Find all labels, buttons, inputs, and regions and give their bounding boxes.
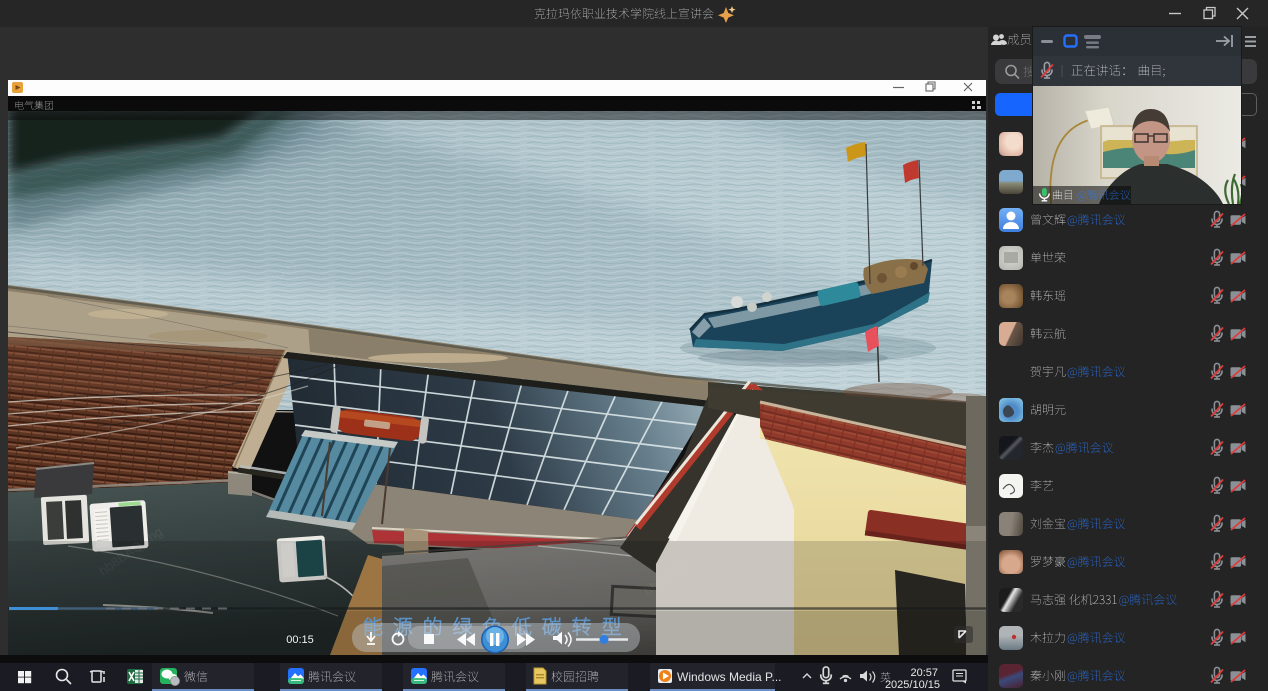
svg-text:00:15: 00:15 bbox=[286, 634, 314, 646]
